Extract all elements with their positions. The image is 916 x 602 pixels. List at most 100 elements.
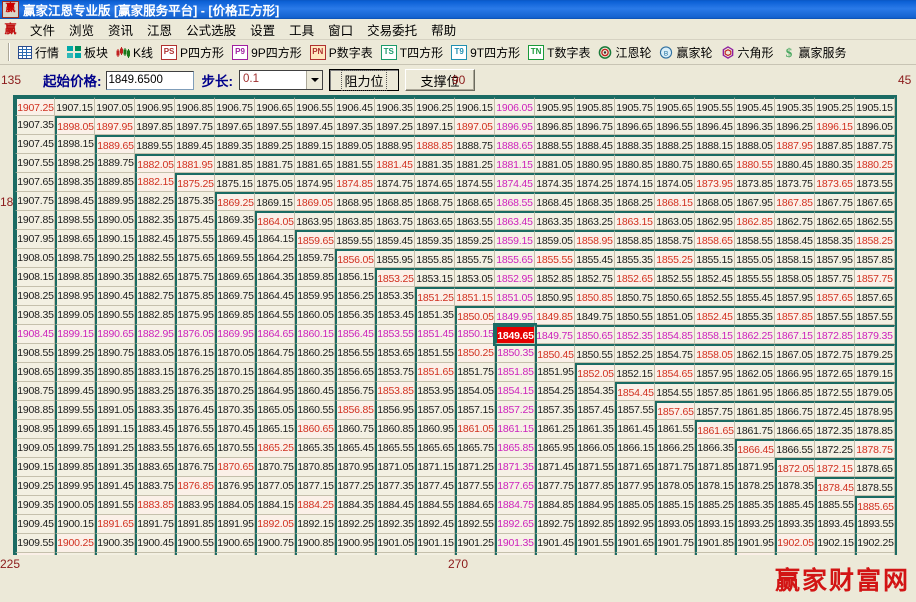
price-cell[interactable]: 1869.05 [295, 192, 335, 211]
price-cell[interactable]: 1860.15 [295, 325, 335, 344]
price-cell[interactable]: 1876.65 [175, 439, 215, 458]
price-cell[interactable]: 1878.85 [855, 420, 895, 439]
price-cell[interactable]: 1865.05 [255, 401, 295, 420]
price-cell[interactable]: 1853.55 [375, 325, 415, 344]
price-cell[interactable]: 1899.75 [55, 439, 95, 458]
price-cell[interactable]: 1870.65 [215, 458, 255, 477]
price-cell[interactable]: 1863.75 [375, 211, 415, 230]
price-cell[interactable]: 1888.55 [535, 135, 575, 154]
price-cell[interactable]: 1851.55 [415, 344, 455, 363]
price-cell[interactable]: 1870.15 [215, 363, 255, 382]
price-cell[interactable]: 1866.55 [775, 439, 815, 458]
price-cell[interactable]: 1864.85 [255, 363, 295, 382]
price-cell[interactable]: 1851.25 [415, 287, 455, 306]
price-cell[interactable]: 1896.75 [575, 116, 615, 135]
price-cell[interactable]: 1852.55 [695, 287, 735, 306]
price-cell[interactable]: 1873.85 [735, 173, 775, 192]
price-cell[interactable]: 1905.95 [535, 97, 575, 116]
price-cell[interactable]: 1901.05 [375, 534, 415, 553]
price-cell[interactable]: 1868.55 [495, 192, 535, 211]
price-cell[interactable]: 1899.15 [55, 325, 95, 344]
price-cell[interactable]: 1892.35 [375, 515, 415, 534]
price-cell[interactable]: 1891.55 [95, 496, 135, 515]
price-cell[interactable]: 1878.95 [855, 401, 895, 420]
price-cell[interactable]: 1907.35 [15, 116, 55, 135]
price-cell[interactable]: 1857.75 [815, 268, 855, 287]
price-cell[interactable]: 1856.15 [335, 268, 375, 287]
price-cell[interactable]: 1860.85 [375, 420, 415, 439]
menu-item-tools[interactable]: 工具 [282, 18, 321, 41]
price-cell[interactable]: 1865.35 [295, 439, 335, 458]
price-cell[interactable]: 1880.95 [575, 154, 615, 173]
price-cell[interactable]: 1867.05 [775, 344, 815, 363]
price-cell[interactable]: 1908.65 [15, 363, 55, 382]
price-cell[interactable]: 1854.55 [655, 382, 695, 401]
price-cell[interactable]: 1890.15 [95, 230, 135, 249]
price-cell[interactable]: 1908.95 [15, 420, 55, 439]
price-cell[interactable]: 1883.55 [135, 439, 175, 458]
price-cell[interactable]: 1874.45 [495, 173, 535, 192]
toolbar-button-p-square[interactable]: PS P四方形 [157, 43, 228, 62]
price-cell[interactable]: 1858.75 [655, 230, 695, 249]
price-cell[interactable]: 1877.05 [255, 477, 295, 496]
price-cell[interactable]: 1860.65 [295, 420, 335, 439]
price-cell[interactable]: 1851.05 [655, 306, 695, 325]
price-cell[interactable]: 1872.55 [815, 382, 855, 401]
price-cell[interactable]: 1890.45 [95, 287, 135, 306]
price-cell[interactable]: 1860.45 [295, 382, 335, 401]
price-cell[interactable]: 1862.55 [855, 211, 895, 230]
price-cell[interactable]: 1899.85 [55, 458, 95, 477]
price-cell[interactable]: 1852.45 [695, 306, 735, 325]
price-cell[interactable]: 1864.05 [255, 211, 295, 230]
price-cell[interactable]: 1867.65 [855, 192, 895, 211]
price-cell[interactable]: 1851.15 [455, 287, 495, 306]
price-cell[interactable]: 1864.45 [255, 287, 295, 306]
price-cell[interactable]: 1897.05 [455, 116, 495, 135]
resistance-button[interactable]: 阻力位 [329, 69, 399, 91]
price-cell[interactable]: 1858.15 [775, 249, 815, 268]
price-cell[interactable]: 1857.75 [695, 401, 735, 420]
menu-item-file[interactable]: 文件 [23, 18, 62, 41]
price-cell[interactable]: 1855.45 [735, 287, 775, 306]
price-cell[interactable]: 1898.65 [55, 230, 95, 249]
price-cell[interactable]: 1908.85 [15, 401, 55, 420]
price-cell[interactable]: 1873.55 [855, 173, 895, 192]
price-cell[interactable]: 1887.85 [815, 135, 855, 154]
selected-price-cell[interactable]: 1849.65 [495, 325, 535, 344]
price-cell[interactable]: 1877.25 [335, 477, 375, 496]
price-cell[interactable]: 1893.25 [735, 515, 775, 534]
price-cell[interactable]: 1882.65 [135, 268, 175, 287]
price-cell[interactable]: 1892.25 [335, 515, 375, 534]
price-cell[interactable]: 1890.35 [95, 268, 135, 287]
price-cell[interactable]: 1857.95 [695, 363, 735, 382]
price-cell[interactable]: 1858.65 [695, 230, 735, 249]
price-cell[interactable]: 1888.15 [695, 135, 735, 154]
price-cell[interactable]: 1853.65 [375, 344, 415, 363]
price-cell[interactable]: 1901.15 [415, 534, 455, 553]
price-cell[interactable]: 1853.25 [375, 268, 415, 287]
price-cell[interactable]: 1893.15 [695, 515, 735, 534]
price-cell[interactable]: 1897.95 [95, 116, 135, 135]
price-cell[interactable]: 1860.95 [415, 420, 455, 439]
price-cell[interactable]: 1900.85 [295, 534, 335, 553]
price-cell[interactable]: 1859.65 [295, 230, 335, 249]
price-cell[interactable]: 1888.75 [455, 135, 495, 154]
price-cell[interactable]: 1900.55 [175, 534, 215, 553]
price-cell[interactable]: 1872.65 [815, 363, 855, 382]
price-cell[interactable]: 1905.25 [815, 97, 855, 116]
price-cell[interactable]: 1896.05 [855, 116, 895, 135]
price-cell[interactable]: 1852.75 [575, 268, 615, 287]
price-cell[interactable]: 1884.65 [455, 496, 495, 515]
price-cell[interactable]: 1875.15 [215, 173, 255, 192]
price-cell[interactable]: 1858.45 [775, 230, 815, 249]
price-cell[interactable]: 1879.15 [855, 363, 895, 382]
price-cell[interactable]: 1861.15 [495, 420, 535, 439]
price-cell[interactable]: 1891.25 [95, 439, 135, 458]
price-cell[interactable]: 1898.45 [55, 192, 95, 211]
price-square-grid[interactable]: 1907.251907.151907.051906.951906.851906.… [13, 95, 897, 574]
price-cell[interactable]: 1852.35 [615, 325, 655, 344]
price-cell[interactable]: 1883.45 [135, 420, 175, 439]
price-cell[interactable]: 1850.15 [455, 325, 495, 344]
price-cell[interactable]: 1862.95 [695, 211, 735, 230]
price-cell[interactable]: 1868.15 [655, 192, 695, 211]
